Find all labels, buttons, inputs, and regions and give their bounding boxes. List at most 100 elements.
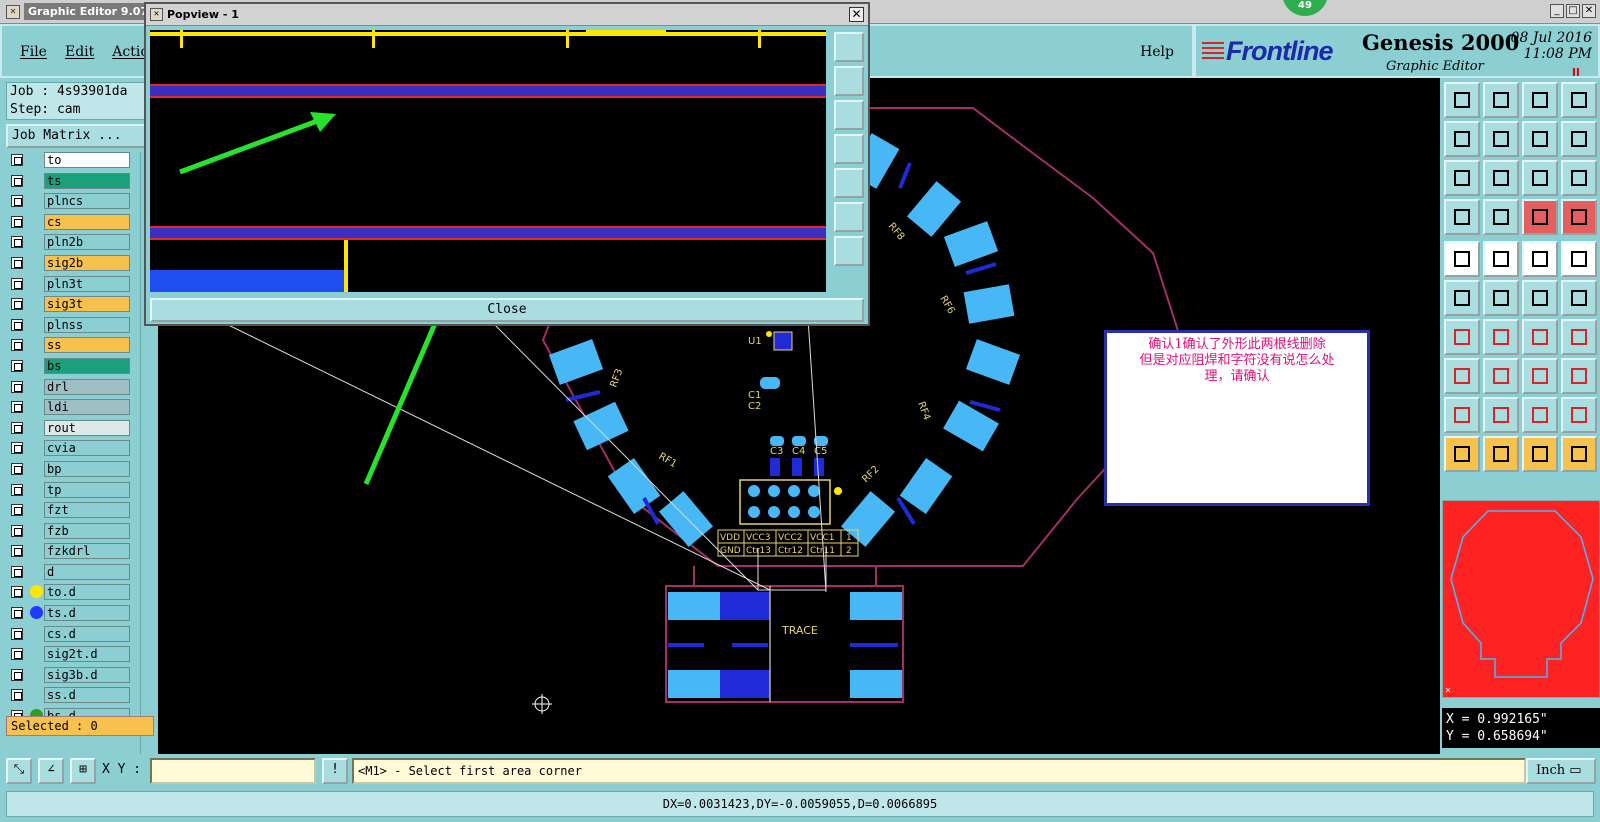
home-icon[interactable] bbox=[1522, 82, 1558, 118]
layer-checkbox[interactable] bbox=[11, 565, 23, 578]
layer-label[interactable]: to.d bbox=[44, 584, 130, 601]
app-icon[interactable]: ✕ bbox=[6, 4, 20, 19]
move-down-icon[interactable] bbox=[1483, 82, 1519, 118]
select-box-icon[interactable] bbox=[1444, 358, 1480, 394]
layer-label[interactable]: cvia bbox=[44, 440, 130, 457]
split-icon[interactable] bbox=[1522, 121, 1558, 157]
line-icon[interactable] bbox=[1483, 319, 1519, 355]
popview-close-button[interactable]: Close bbox=[150, 298, 864, 322]
wrench-icon[interactable] bbox=[1444, 199, 1480, 235]
mirror-icon[interactable] bbox=[1561, 319, 1597, 355]
arrow-add-icon[interactable] bbox=[1561, 280, 1597, 316]
layer-row[interactable]: fzb bbox=[6, 522, 130, 539]
popview-zoom-out-icon[interactable] bbox=[834, 236, 864, 266]
layer-checkbox[interactable] bbox=[11, 195, 23, 208]
layer-row[interactable]: pln3t bbox=[6, 275, 130, 292]
alert-icon[interactable]: ! bbox=[322, 758, 348, 784]
layer-checkbox[interactable] bbox=[11, 462, 23, 475]
layer-checkbox[interactable] bbox=[11, 339, 23, 352]
layer-label[interactable]: d bbox=[44, 563, 130, 580]
connect-icon[interactable] bbox=[1444, 280, 1480, 316]
layer-row[interactable]: bs bbox=[6, 357, 130, 374]
maximize-icon[interactable]: □ bbox=[1566, 4, 1580, 18]
triangle-icon[interactable] bbox=[1444, 397, 1480, 433]
circle-icon[interactable] bbox=[1561, 241, 1597, 277]
layer-checkbox[interactable] bbox=[11, 256, 23, 269]
popview-pan-up-icon[interactable] bbox=[834, 66, 864, 96]
layer-label[interactable]: sig3b.d bbox=[44, 666, 130, 683]
layer-label[interactable]: bs.d bbox=[44, 708, 130, 716]
scale-1to1-icon[interactable] bbox=[1522, 160, 1558, 196]
pointer-multi-icon[interactable] bbox=[1561, 436, 1597, 472]
layer-checkbox[interactable] bbox=[11, 442, 23, 455]
popview-close-icon[interactable]: ✕ bbox=[849, 7, 864, 22]
layer-label[interactable]: plncs bbox=[44, 193, 130, 210]
layer-checkbox[interactable] bbox=[11, 689, 23, 702]
popview-pan-left-icon[interactable] bbox=[834, 134, 864, 164]
layer-label[interactable]: ldi bbox=[44, 399, 130, 416]
layer-row[interactable]: sig3t bbox=[6, 296, 130, 313]
layer-row[interactable]: d bbox=[6, 563, 130, 580]
layer-label[interactable]: fzb bbox=[44, 522, 130, 539]
layer-label[interactable]: sig3t bbox=[44, 296, 130, 313]
layer-checkbox[interactable] bbox=[11, 277, 23, 290]
move-right-icon[interactable] bbox=[1483, 121, 1519, 157]
xy-input[interactable] bbox=[150, 758, 316, 784]
popview-canvas[interactable] bbox=[150, 30, 826, 292]
popview-pan-down-icon[interactable] bbox=[834, 100, 864, 130]
layer-checkbox[interactable] bbox=[11, 524, 23, 537]
layer-checkbox[interactable] bbox=[11, 586, 23, 599]
layer-checkbox[interactable] bbox=[11, 607, 23, 620]
layer-label[interactable]: to bbox=[44, 152, 130, 168]
layer-checkbox[interactable] bbox=[11, 174, 23, 187]
layer-row[interactable]: ts.d bbox=[6, 605, 130, 622]
layer-label[interactable]: ts bbox=[44, 172, 130, 189]
fit-icon[interactable] bbox=[1444, 160, 1480, 196]
group-icon[interactable] bbox=[1561, 358, 1597, 394]
popview-zoom-in-icon[interactable] bbox=[834, 202, 864, 232]
grid-icon[interactable]: ⊞ bbox=[70, 758, 96, 784]
popview-title-bar[interactable]: ✕ Popview - 1 bbox=[146, 4, 868, 26]
triangle-c-icon[interactable] bbox=[1561, 397, 1597, 433]
layer-checkbox[interactable] bbox=[11, 421, 23, 434]
layer-label[interactable]: pln2b bbox=[44, 234, 130, 251]
layer-label[interactable]: ts.d bbox=[44, 605, 130, 622]
close-icon[interactable]: ✕ bbox=[1582, 4, 1596, 18]
layer-checkbox[interactable] bbox=[11, 668, 23, 681]
layer-label[interactable]: bp bbox=[44, 460, 130, 477]
layer-checkbox[interactable] bbox=[11, 504, 23, 517]
layer-label[interactable]: ss bbox=[44, 337, 130, 354]
overview-map[interactable]: ✕ bbox=[1442, 500, 1600, 698]
layer-row[interactable]: bs.d bbox=[6, 708, 130, 716]
undo-icon[interactable] bbox=[1522, 319, 1558, 355]
layer-row[interactable]: plncs bbox=[6, 193, 130, 210]
job-matrix-button[interactable]: Job Matrix ... bbox=[6, 124, 146, 148]
layer-row[interactable]: ts bbox=[6, 172, 130, 189]
triangle-b-icon[interactable] bbox=[1522, 397, 1558, 433]
layer-label[interactable]: tp bbox=[44, 481, 130, 498]
layer-checkbox[interactable] bbox=[11, 215, 23, 228]
center-icon[interactable] bbox=[1483, 160, 1519, 196]
triangle-a-icon[interactable] bbox=[1483, 397, 1519, 433]
layer-checkbox[interactable] bbox=[11, 298, 23, 311]
resize-icon[interactable] bbox=[1522, 358, 1558, 394]
layer-row[interactable]: cvia bbox=[6, 440, 130, 457]
snap-icon[interactable]: ⤡ bbox=[6, 758, 32, 784]
menu-help[interactable]: Help bbox=[1140, 44, 1174, 60]
layer-label[interactable]: sig2b bbox=[44, 254, 130, 271]
stack-icon[interactable] bbox=[1561, 121, 1597, 157]
layer-row[interactable]: fzt bbox=[6, 502, 130, 519]
layer-checkbox[interactable] bbox=[11, 359, 23, 372]
layer-label[interactable]: sig2t.d bbox=[44, 646, 130, 663]
layer-checkbox[interactable] bbox=[11, 627, 23, 640]
layer-row[interactable]: ss bbox=[6, 337, 130, 354]
angle-icon[interactable]: ∠ bbox=[38, 758, 64, 784]
layer-row[interactable]: fzkdrl bbox=[6, 543, 130, 560]
layer-label[interactable]: pln3t bbox=[44, 275, 130, 292]
window-icon[interactable] bbox=[1561, 82, 1597, 118]
layer-row[interactable]: tp bbox=[6, 481, 130, 498]
minimize-icon[interactable]: _ bbox=[1550, 4, 1564, 18]
layer-checkbox[interactable] bbox=[11, 236, 23, 249]
layer-row[interactable]: sig3b.d bbox=[6, 666, 130, 683]
layer-row[interactable]: rout bbox=[6, 419, 130, 436]
